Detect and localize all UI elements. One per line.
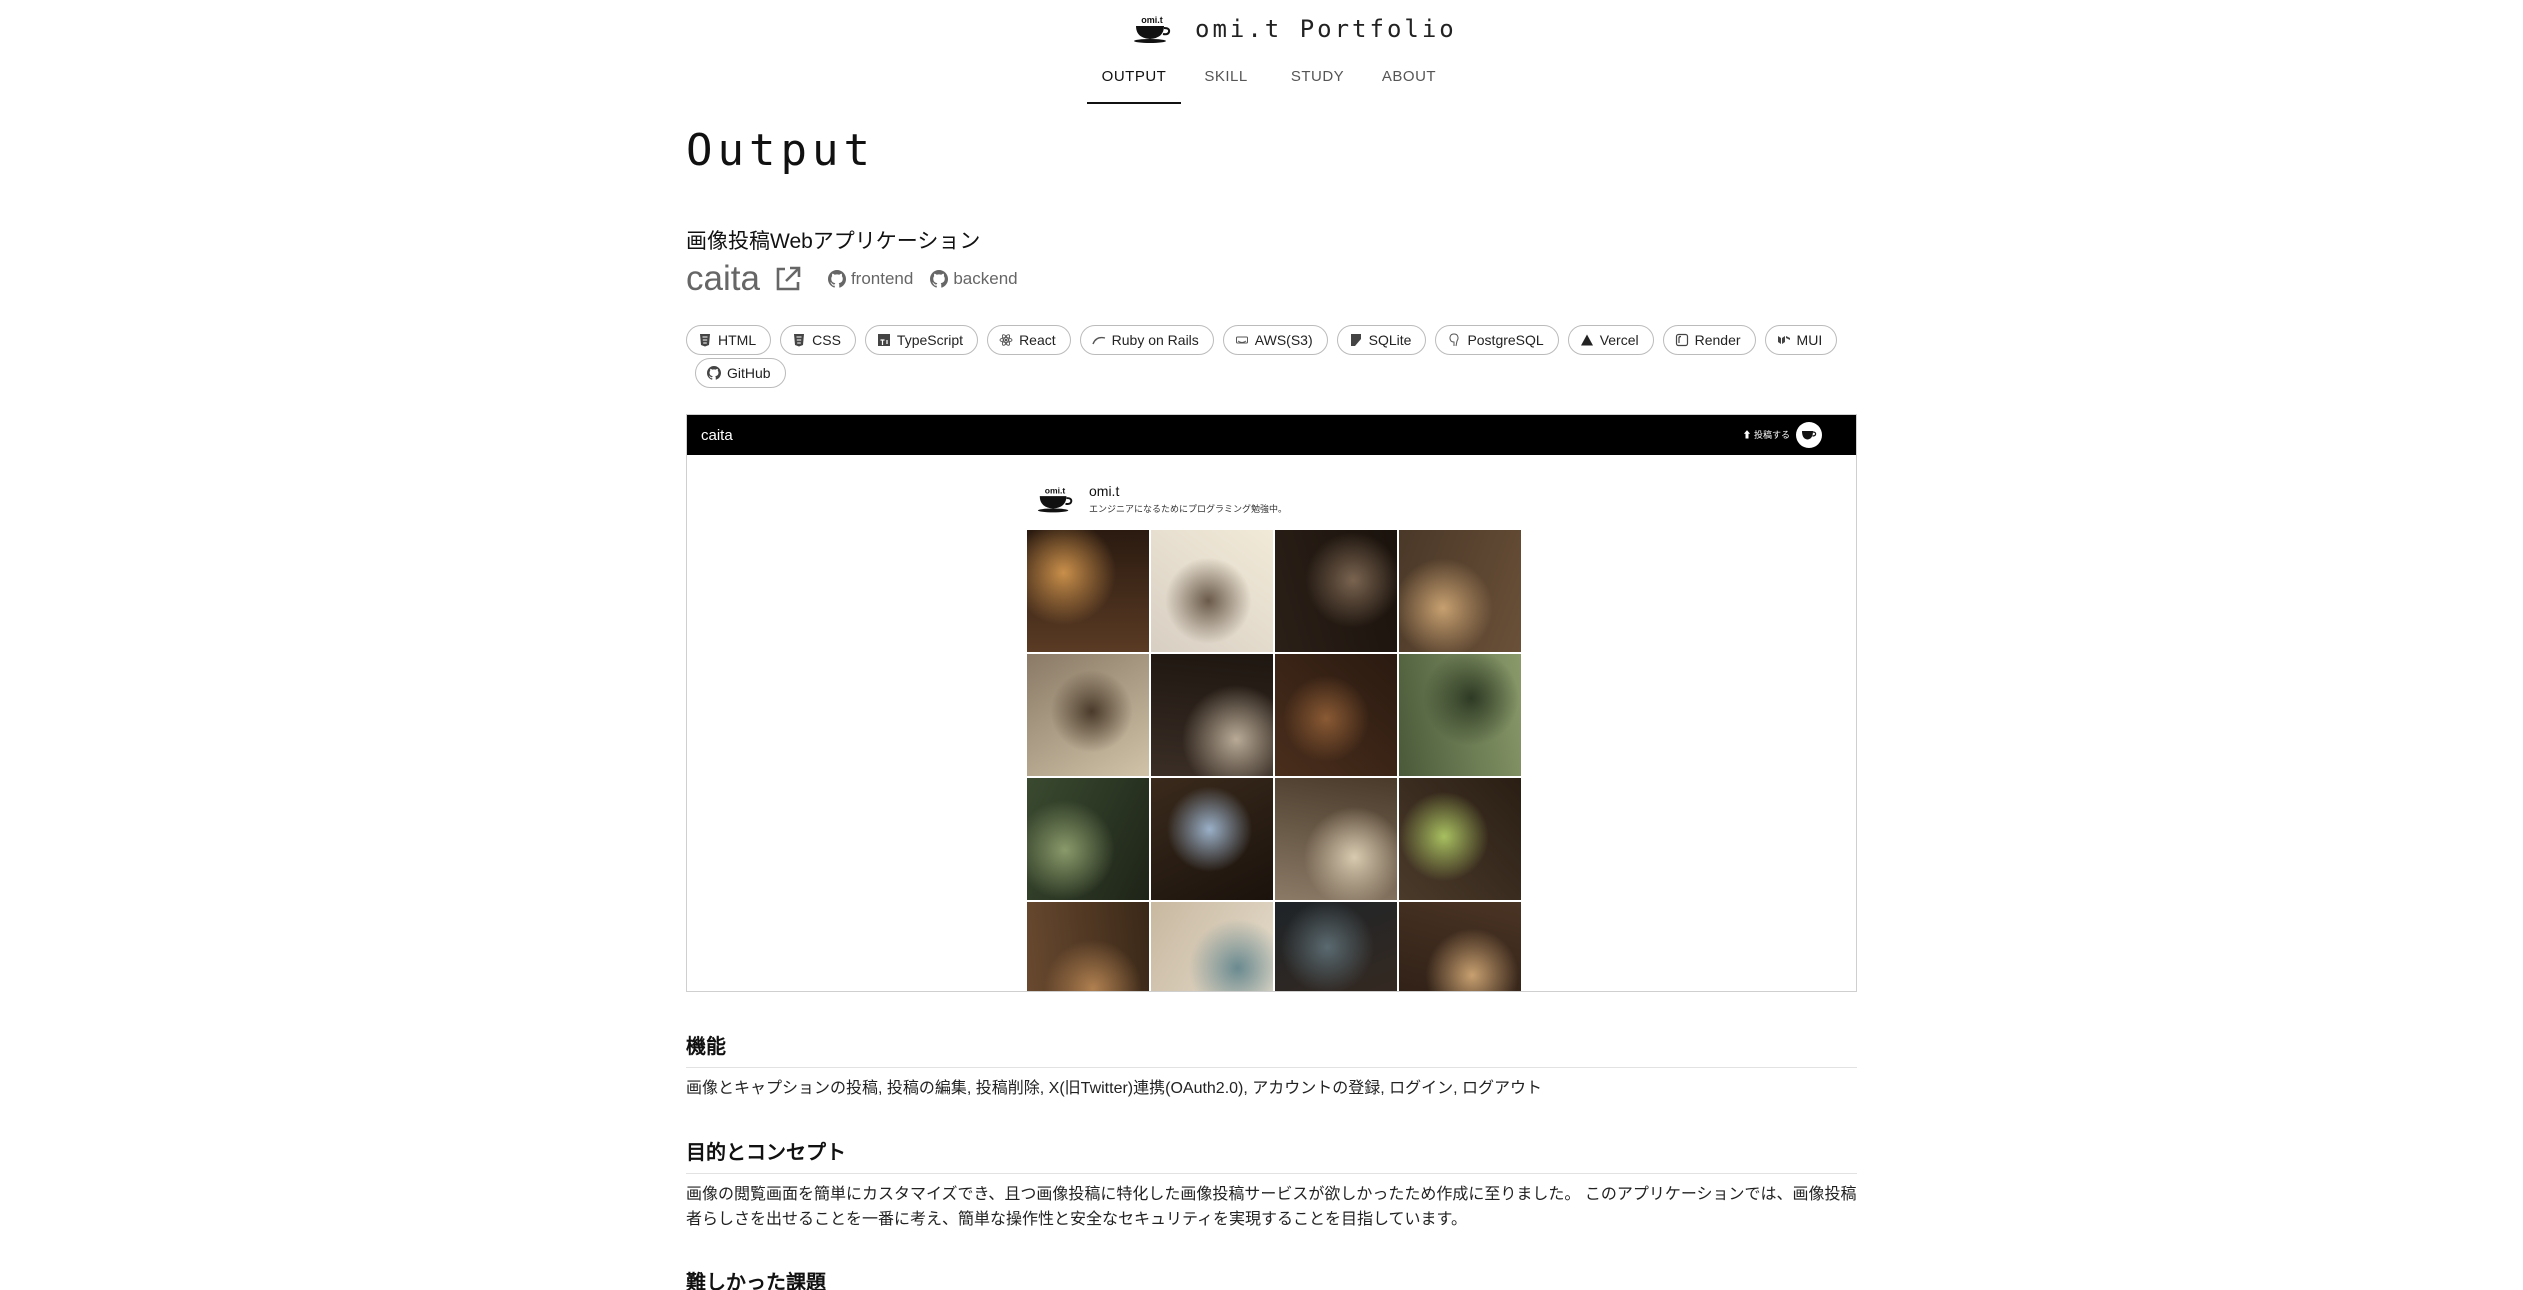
- preview-photo: [1399, 902, 1521, 991]
- app-screenshot-preview: caita ⬆ 投稿する omi.t omi.t エンジニアになるためにプログラ…: [686, 414, 1857, 992]
- page-title: Output: [686, 125, 875, 176]
- tag-label: MUI: [1796, 332, 1823, 348]
- rails-icon: [1091, 336, 1105, 345]
- app-title-row: caita frontend backend: [686, 257, 1018, 301]
- preview-profile: omi.t omi.t エンジニアになるためにプログラミング勉強中。: [1035, 483, 1287, 515]
- github-icon: [827, 270, 846, 288]
- app-subtitle: 画像投稿Webアプリケーション: [686, 230, 981, 253]
- tag-render: Render: [1662, 325, 1756, 355]
- preview-photo-grid: [1027, 530, 1521, 991]
- site-title: omi.t Portfolio: [1195, 15, 1457, 43]
- tag-label: SQLite: [1368, 332, 1412, 348]
- app-name: caita: [686, 259, 760, 298]
- frontend-repo-label: frontend: [850, 269, 914, 288]
- frontend-repo-link[interactable]: frontend: [827, 269, 914, 289]
- tag-css: CSS: [780, 325, 856, 355]
- tag-postgresql: PostgreSQL: [1435, 325, 1559, 355]
- vercel-icon: [1580, 334, 1593, 346]
- challenges-section: 難しかった課題: [686, 1266, 1857, 1290]
- coffee-cup-logo-icon: omi.t: [1035, 484, 1075, 514]
- preview-photo: [1275, 530, 1397, 652]
- preview-profile-name: omi.t: [1089, 483, 1120, 499]
- tab-study[interactable]: STUDY: [1271, 64, 1364, 104]
- brand[interactable]: omi.t omi.t Portfolio: [1131, 14, 1457, 44]
- tag-vercel: Vercel: [1567, 325, 1654, 355]
- challenges-heading: 難しかった課題: [686, 1266, 1857, 1290]
- purpose-section: 目的とコンセプト 画像の閲覧画面を簡単にカスタマイズでき、且つ画像投稿に特化した…: [686, 1136, 1857, 1232]
- features-heading: 機能: [686, 1030, 1857, 1068]
- github-icon: [707, 366, 721, 380]
- tag-label: Vercel: [1599, 332, 1639, 348]
- postgresql-icon: [1449, 333, 1459, 347]
- tag-github: GitHub: [695, 358, 786, 388]
- preview-profile-bio: エンジニアになるためにプログラミング勉強中。: [1089, 504, 1288, 514]
- tag-html: HTML: [686, 325, 772, 355]
- tag-label: React: [1019, 332, 1056, 348]
- tag-sqlite: SQLite: [1336, 325, 1427, 355]
- external-link-icon[interactable]: [772, 263, 804, 295]
- mui-icon: [1777, 336, 1790, 344]
- purpose-heading: 目的とコンセプト: [686, 1136, 1857, 1174]
- preview-photo: [1027, 530, 1149, 652]
- preview-photo: [1027, 778, 1149, 900]
- main-nav: OUTPUT SKILL STUDY ABOUT: [1087, 64, 1454, 104]
- tag-label: HTML: [718, 332, 757, 348]
- preview-app-title: caita: [701, 426, 733, 444]
- tag-label: TypeScript: [896, 332, 964, 348]
- features-section: 機能 画像とキャプションの投稿, 投稿の編集, 投稿削除, X(旧Twitter…: [686, 1030, 1857, 1101]
- preview-app-bar: caita ⬆ 投稿する: [687, 415, 1856, 455]
- preview-photo: [1151, 654, 1273, 776]
- preview-photo: [1151, 902, 1273, 991]
- preview-photo: [1275, 654, 1397, 776]
- tag-label: GitHub: [727, 365, 771, 381]
- css3-icon: [794, 334, 805, 347]
- tab-about[interactable]: ABOUT: [1364, 64, 1454, 104]
- render-icon: [1675, 333, 1688, 347]
- html5-icon: [700, 334, 710, 347]
- backend-repo-link[interactable]: backend: [930, 269, 1018, 289]
- preview-avatar: [1796, 422, 1822, 448]
- coffee-cup-icon: [1802, 431, 1817, 440]
- svg-text:omi.t: omi.t: [1045, 485, 1066, 495]
- tag-label: PostgreSQL: [1467, 332, 1544, 348]
- coffee-cup-logo-icon: omi.t: [1131, 14, 1173, 44]
- svg-text:omi.t: omi.t: [1141, 15, 1163, 25]
- tag-react: React: [987, 325, 1071, 355]
- tag-ruby-on-rails: Ruby on Rails: [1079, 325, 1214, 355]
- site-header: omi.t omi.t Portfolio OUTPUT SKILL STUDY…: [0, 0, 2523, 104]
- preview-photo: [1151, 530, 1273, 652]
- react-icon: [999, 334, 1013, 346]
- github-icon: [930, 270, 949, 288]
- tag-aws: AWS(S3): [1222, 325, 1328, 355]
- preview-photo: [1151, 778, 1273, 900]
- preview-post-button: ⬆ 投稿する: [1742, 430, 1790, 440]
- tag-typescript: TypeScript: [864, 325, 979, 355]
- backend-repo-label: backend: [953, 269, 1018, 288]
- preview-photo: [1275, 778, 1397, 900]
- sqlite-icon: [1350, 334, 1361, 346]
- aws-icon: [1235, 336, 1248, 344]
- typescript-icon: [877, 334, 890, 346]
- preview-photo: [1399, 778, 1521, 900]
- tech-tags: HTML CSS TypeScript React Ruby on Rails …: [686, 325, 1856, 388]
- preview-post-label: 投稿する: [1753, 430, 1790, 440]
- tab-skill[interactable]: SKILL: [1181, 64, 1271, 104]
- tag-label: Render: [1694, 332, 1741, 348]
- tab-output[interactable]: OUTPUT: [1087, 64, 1181, 104]
- tag-label: CSS: [812, 332, 841, 348]
- tag-mui: MUI: [1764, 325, 1838, 355]
- preview-photo: [1027, 654, 1149, 776]
- features-body: 画像とキャプションの投稿, 投稿の編集, 投稿削除, X(旧Twitter)連携…: [686, 1080, 1543, 1097]
- tag-label: Ruby on Rails: [1111, 332, 1199, 348]
- preview-photo: [1399, 654, 1521, 776]
- purpose-body: 画像の閲覧画面を簡単にカスタマイズでき、且つ画像投稿に特化した画像投稿サービスが…: [686, 1186, 1857, 1228]
- tag-label: AWS(S3): [1254, 332, 1313, 348]
- preview-profile-text: omi.t エンジニアになるためにプログラミング勉強中。: [1089, 483, 1287, 515]
- preview-photo: [1399, 530, 1521, 652]
- preview-photo: [1027, 902, 1149, 991]
- preview-photo: [1275, 902, 1397, 991]
